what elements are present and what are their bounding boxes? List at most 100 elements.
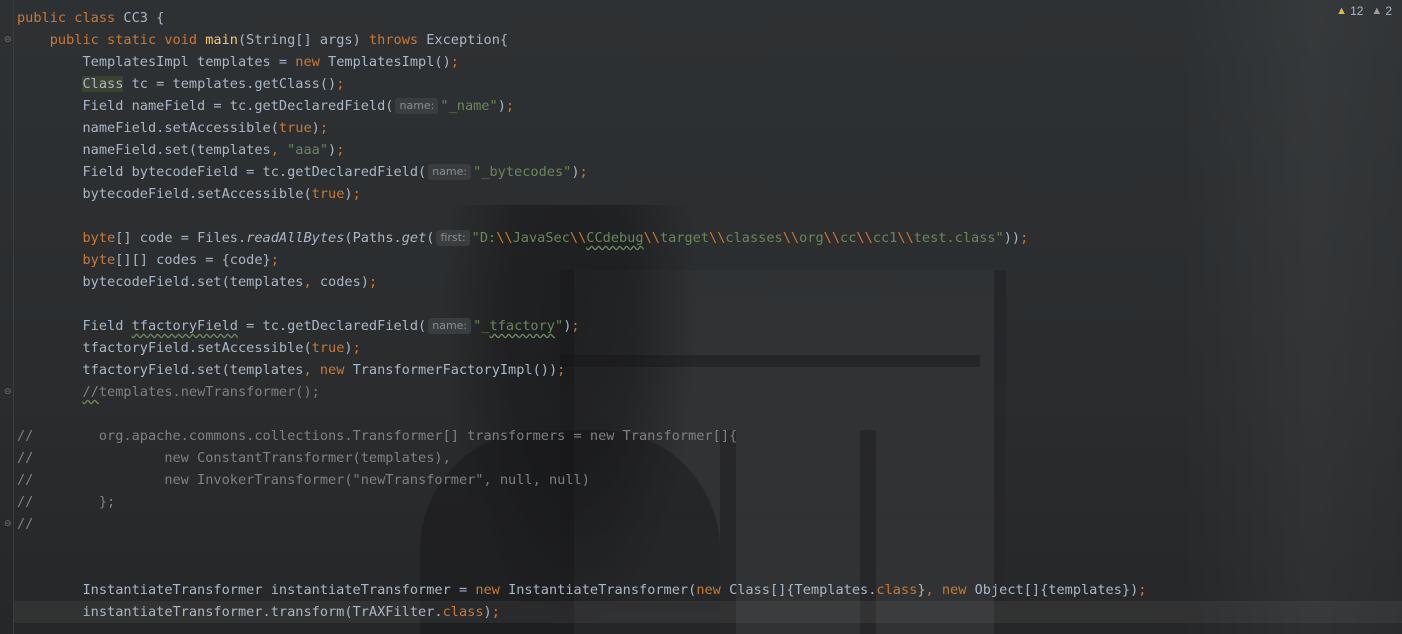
weak-warnings-indicator[interactable]: ▲ 2 (1371, 4, 1392, 18)
code-line[interactable]: TemplatesImpl templates = new TemplatesI… (17, 51, 459, 73)
code-token: " (555, 318, 564, 334)
code-token: ; (579, 164, 588, 180)
code-token: InstantiateTransformer instantiateTransf… (17, 582, 476, 598)
code-token: // new InvokerTransformer("newTransforme… (17, 472, 590, 488)
code-token: , new (303, 362, 353, 378)
code-token: ; (368, 274, 378, 290)
code-line[interactable]: byte[][] codes = {code}; (17, 249, 278, 271)
code-token: \\ (782, 230, 800, 246)
code-line[interactable]: nameField.set(templates, "aaa"); (17, 139, 344, 161)
code-token: ( (426, 230, 435, 246)
code-line[interactable]: Field bytecodeField = tc.getDeclaredFiel… (17, 161, 588, 183)
code-line[interactable]: nameField.setAccessible(true); (17, 117, 328, 139)
background-figure-art (440, 205, 700, 634)
code-line[interactable]: tfactoryField.set(templates, new Transfo… (17, 359, 565, 381)
code-token: \\ (823, 230, 841, 246)
code-token: ) (344, 186, 353, 202)
code-line[interactable]: byte[] code = Files.readAllBytes(Paths.g… (17, 227, 1028, 249)
code-line[interactable]: //templates.newTransformer(); (17, 381, 319, 403)
code-token: \\ (643, 230, 660, 246)
code-line[interactable]: bytecodeField.set(templates, codes); (17, 271, 377, 293)
code-token: true (311, 186, 345, 202)
code-token: Object[]{templates}) (974, 582, 1139, 598)
code-editor[interactable]: ⊖ ⊖ ⊖ public class CC3 { public static voi… (0, 0, 1402, 634)
code-token: InstantiateTransformer( (508, 582, 697, 598)
fold-toggle-icon[interactable]: ⊖ (4, 520, 13, 529)
code-token: "_name" (440, 98, 498, 114)
code-token: target (659, 230, 710, 246)
background-curtain-art (1180, 0, 1402, 634)
code-token: ; (352, 186, 361, 202)
code-line[interactable]: Class tc = templates.getClass(); (17, 73, 344, 95)
code-token: Field nameField = tc.getDeclaredField( (17, 98, 394, 114)
code-token: org (799, 230, 824, 246)
code-token: )) (1003, 230, 1021, 246)
code-token: ) (311, 120, 320, 136)
code-token: TemplatesImpl() (328, 54, 451, 70)
code-token: public static void (49, 32, 206, 48)
code-line[interactable]: // (17, 513, 33, 535)
code-token: cc1 (872, 230, 898, 246)
code-token: ) (497, 98, 506, 114)
code-token: Class (82, 76, 124, 92)
code-line[interactable]: // new InvokerTransformer("newTransforme… (17, 469, 590, 491)
parameter-hint: name: (428, 318, 472, 334)
code-token: Field bytecodeField = tc.getDeclaredFiel… (17, 164, 427, 180)
code-token: tc = templates.getClass() (123, 76, 337, 92)
code-token: [][] codes = {code} (115, 252, 271, 268)
weak-warning-icon: ▲ (1371, 5, 1383, 17)
code-token: readAllBytes (246, 230, 345, 246)
code-token: ; (336, 76, 345, 92)
code-token: ; (491, 604, 500, 620)
code-line[interactable]: instantiateTransformer.transform(TrAXFil… (17, 601, 500, 623)
code-token: \\ (496, 230, 513, 246)
code-line[interactable]: Field nameField = tc.getDeclaredField(na… (17, 95, 514, 117)
warning-icon: ▲ (1336, 5, 1348, 17)
code-line[interactable]: tfactoryField.setAccessible(true); (17, 337, 360, 359)
code-token: main (205, 32, 238, 48)
code-token: class (442, 604, 484, 620)
code-token: "_ (473, 318, 490, 334)
inspection-widget[interactable]: ▲ 12 ▲ 2 (1336, 4, 1392, 18)
code-token: instantiateTransformer.transform(TrAXFil… (17, 604, 443, 620)
warnings-count: 12 (1350, 4, 1364, 18)
fold-toggle-icon[interactable]: ⊖ (4, 388, 13, 397)
code-token: Field (17, 318, 132, 334)
editor-gutter[interactable]: ⊖ ⊖ ⊖ (0, 0, 14, 634)
code-token: = tc.getDeclaredField( (237, 318, 427, 334)
weak-warnings-count: 2 (1385, 4, 1392, 18)
code-token: ; (505, 98, 515, 114)
code-line[interactable]: Field tfactoryField = tc.getDeclaredFiel… (17, 315, 580, 337)
code-token: new (295, 54, 329, 70)
code-token: tfactoryField.set(templates (17, 362, 304, 378)
code-token: // }; (17, 494, 116, 510)
code-token: class (876, 582, 918, 598)
code-line[interactable]: // org.apache.commons.collections.Transf… (17, 425, 737, 447)
code-token: (Paths. (344, 230, 402, 246)
code-token: ; (557, 362, 566, 378)
code-line[interactable]: public class CC3 { (17, 7, 164, 29)
code-token: public class (17, 10, 124, 26)
code-token: tfactory (489, 318, 555, 334)
fold-toggle-icon[interactable]: ⊖ (4, 36, 13, 45)
code-token: get (401, 230, 427, 246)
code-token: byte (82, 230, 116, 246)
warnings-indicator[interactable]: ▲ 12 (1336, 4, 1363, 18)
code-token: } (917, 582, 926, 598)
code-line[interactable]: public static void main(String[] args) t… (17, 29, 508, 51)
code-line[interactable]: bytecodeField.setAccessible(true); (17, 183, 361, 205)
code-token: ; (450, 54, 459, 70)
code-token: nameField.setAccessible( (17, 120, 279, 136)
code-token: (String[] args) (238, 32, 369, 48)
code-token: , (303, 274, 320, 290)
code-line[interactable]: // new ConstantTransformer(templates), (17, 447, 451, 469)
code-token: classes (725, 230, 783, 246)
code-line[interactable]: InstantiateTransformer instantiateTransf… (17, 579, 1146, 601)
code-line[interactable]: // }; (17, 491, 115, 513)
parameter-hint: first: (436, 230, 470, 246)
code-token: ) (344, 340, 353, 356)
code-token: JavaSec (512, 230, 570, 246)
code-token: "D: (471, 230, 497, 246)
